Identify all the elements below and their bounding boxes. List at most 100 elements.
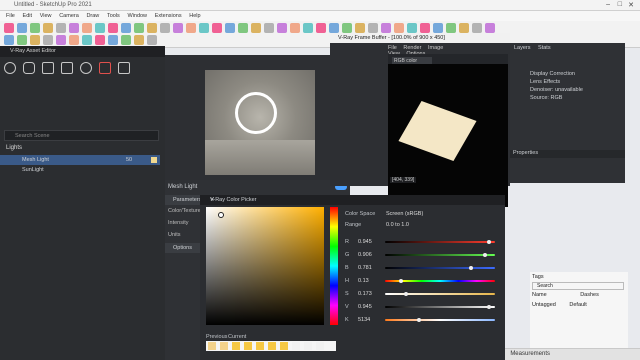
toolbar-tool-icon[interactable] xyxy=(420,23,430,33)
color-swatch[interactable] xyxy=(304,342,312,350)
toolbar-tool-icon[interactable] xyxy=(121,35,131,45)
menu-edit[interactable]: Edit xyxy=(23,13,32,19)
toolbar-tool-icon[interactable] xyxy=(108,23,118,33)
layer-source[interactable]: Source: RGB xyxy=(530,95,562,101)
layer-denoiser[interactable]: Denoiser: unavailable xyxy=(530,87,583,93)
toolbar-tool-icon[interactable] xyxy=(290,23,300,33)
channel-select[interactable]: RGB color xyxy=(392,57,432,64)
toolbar-tool-icon[interactable] xyxy=(134,35,144,45)
slider-knob[interactable] xyxy=(403,292,408,296)
menu-file[interactable]: File xyxy=(6,13,15,19)
channel-value[interactable]: 0.906 xyxy=(358,252,372,258)
toolbar-tool-icon[interactable] xyxy=(4,35,14,45)
close-icon[interactable]: ✕ xyxy=(628,1,634,9)
toolbar-tool-icon[interactable] xyxy=(238,23,248,33)
toolbar-tool-icon[interactable] xyxy=(368,23,378,33)
toolbar-tool-icon[interactable] xyxy=(407,23,417,33)
light-row-sun[interactable]: SunLight xyxy=(0,165,160,175)
toolbar-tool-icon[interactable] xyxy=(56,35,66,45)
toolbar-tool-icon[interactable] xyxy=(147,23,157,33)
channel-value[interactable]: 5134 xyxy=(358,317,370,323)
layer-display-correction[interactable]: Display Correction xyxy=(530,71,575,77)
slider-knob[interactable] xyxy=(399,279,404,283)
color-swatch[interactable] xyxy=(280,342,288,350)
menu-view[interactable]: View xyxy=(40,13,52,19)
geometry-icon[interactable] xyxy=(42,62,54,74)
frame-buffer-icon[interactable] xyxy=(118,62,130,74)
tag-row-untagged[interactable]: Untagged Default xyxy=(532,302,587,308)
toolbar-tool-icon[interactable] xyxy=(251,23,261,33)
slider-knob[interactable] xyxy=(417,318,422,322)
channel-slider[interactable] xyxy=(385,267,495,269)
color-swatch[interactable] xyxy=(292,342,300,350)
menu-camera[interactable]: Camera xyxy=(59,13,79,19)
toolbar-tool-icon[interactable] xyxy=(43,35,53,45)
toolbar-tool-icon[interactable] xyxy=(303,23,313,33)
slider-knob[interactable] xyxy=(469,266,474,270)
toolbar-tool-icon[interactable] xyxy=(17,35,27,45)
toolbar-tool-icon[interactable] xyxy=(30,35,40,45)
maximize-icon[interactable]: □ xyxy=(618,1,622,8)
menu-extensions[interactable]: Extensions xyxy=(155,13,182,19)
toolbar-tool-icon[interactable] xyxy=(186,23,196,33)
toolbar-tool-icon[interactable] xyxy=(147,35,157,45)
toolbar-tool-icon[interactable] xyxy=(329,23,339,33)
color-swatch[interactable] xyxy=(220,342,228,350)
toolbar-tool-icon[interactable] xyxy=(225,23,235,33)
close-icon[interactable]: ✕ xyxy=(210,197,499,203)
channel-value[interactable]: 0.13 xyxy=(358,278,369,284)
toolbar-tool-icon[interactable] xyxy=(264,23,274,33)
layer-lens-effects[interactable]: Lens Effects xyxy=(530,79,560,85)
toolbar-tool-icon[interactable] xyxy=(459,23,469,33)
lights-icon[interactable] xyxy=(23,62,35,74)
toolbar-tool-icon[interactable] xyxy=(82,35,92,45)
light-row-mesh[interactable]: Mesh Light 50 xyxy=(0,155,160,165)
slider-knob[interactable] xyxy=(487,305,492,309)
toolbar-tool-icon[interactable] xyxy=(4,23,14,33)
menu-draw[interactable]: Draw xyxy=(86,13,99,19)
color-swatch[interactable] xyxy=(256,342,264,350)
menu-tools[interactable]: Tools xyxy=(107,13,120,19)
toolbar-tool-icon[interactable] xyxy=(342,23,352,33)
vfb-menu-image[interactable]: Image xyxy=(428,45,443,51)
toolbar-tool-icon[interactable] xyxy=(30,23,40,33)
tab-stats[interactable]: Stats xyxy=(538,45,551,51)
channel-value[interactable]: 0.781 xyxy=(358,265,372,271)
toolbar-tool-icon[interactable] xyxy=(446,23,456,33)
toolbar-tool-icon[interactable] xyxy=(173,23,183,33)
toolbar-tool-icon[interactable] xyxy=(95,23,105,33)
toolbar-tool-icon[interactable] xyxy=(485,23,495,33)
toolbar-tool-icon[interactable] xyxy=(95,35,105,45)
color-picker-handle[interactable] xyxy=(218,212,224,218)
layers-icon[interactable] xyxy=(61,62,73,74)
slider-knob[interactable] xyxy=(487,240,492,244)
toolbar-tool-icon[interactable] xyxy=(121,23,131,33)
channel-slider[interactable] xyxy=(385,319,495,321)
toolbar-tool-icon[interactable] xyxy=(472,23,482,33)
settings-icon[interactable] xyxy=(80,62,92,74)
color-swatch[interactable] xyxy=(232,342,240,350)
toolbar-tool-icon[interactable] xyxy=(212,23,222,33)
menu-window[interactable]: Window xyxy=(127,13,147,19)
menu-help[interactable]: Help xyxy=(189,13,200,19)
toolbar-tool-icon[interactable] xyxy=(69,23,79,33)
toolbar-tool-icon[interactable] xyxy=(160,23,170,33)
hue-slider[interactable] xyxy=(330,207,338,325)
color-swatch[interactable] xyxy=(316,342,324,350)
channel-slider[interactable] xyxy=(385,254,495,256)
saturation-value-field[interactable] xyxy=(206,207,324,325)
channel-value[interactable]: 0.173 xyxy=(358,291,372,297)
minimize-icon[interactable]: – xyxy=(606,1,610,8)
toolbar-tool-icon[interactable] xyxy=(56,23,66,33)
toolbar-tool-icon[interactable] xyxy=(134,23,144,33)
tab-layers[interactable]: Layers xyxy=(514,45,531,51)
toolbar-tool-icon[interactable] xyxy=(17,23,27,33)
channel-slider[interactable] xyxy=(385,241,495,243)
channel-slider[interactable] xyxy=(385,306,495,308)
render-icon[interactable] xyxy=(99,62,111,74)
channel-value[interactable]: 0.945 xyxy=(358,304,372,310)
toolbar-tool-icon[interactable] xyxy=(277,23,287,33)
toolbar-tool-icon[interactable] xyxy=(394,23,404,33)
scene-search-input[interactable]: Search Scene xyxy=(4,130,159,141)
toolbar-tool-icon[interactable] xyxy=(316,23,326,33)
